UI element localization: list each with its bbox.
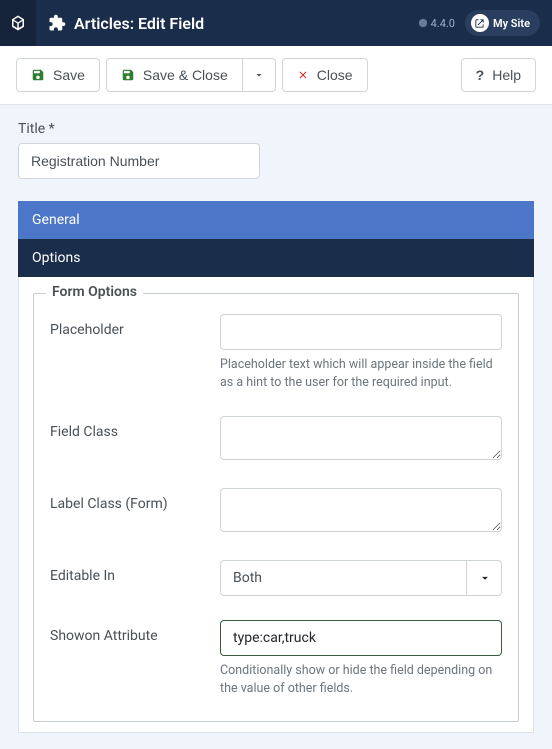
form-options-fieldset: Form Options Placeholder Placeholder tex… bbox=[33, 293, 519, 722]
chevron-down-icon bbox=[253, 69, 265, 81]
editable-in-select[interactable]: Both bbox=[220, 560, 502, 596]
puzzle-icon bbox=[48, 14, 66, 32]
field-class-label: Field Class bbox=[50, 416, 220, 440]
showon-help: Conditionally show or hide the field dep… bbox=[220, 662, 502, 698]
toolbar: Save Save & Close Close ? Help bbox=[0, 46, 552, 105]
help-button[interactable]: ? Help bbox=[461, 58, 536, 92]
save-dropdown-toggle[interactable] bbox=[243, 58, 276, 92]
label-class-textarea[interactable] bbox=[220, 488, 502, 532]
help-icon: ? bbox=[476, 67, 485, 83]
editable-in-label: Editable In bbox=[50, 560, 220, 584]
external-link-icon bbox=[474, 18, 485, 29]
my-site-button[interactable]: My Site bbox=[465, 10, 540, 36]
page-title: Articles: Edit Field bbox=[74, 14, 204, 33]
title-input[interactable] bbox=[18, 143, 260, 179]
showon-input[interactable] bbox=[220, 620, 502, 656]
close-button[interactable]: Close bbox=[282, 58, 368, 92]
label-class-label: Label Class (Form) bbox=[50, 488, 220, 512]
placeholder-input[interactable] bbox=[220, 314, 502, 350]
version-badge: 4.4.0 bbox=[418, 17, 455, 30]
content-area: Title * General Options Form Options Pla… bbox=[0, 105, 552, 749]
fieldset-legend: Form Options bbox=[46, 284, 143, 300]
options-panel: Form Options Placeholder Placeholder tex… bbox=[18, 277, 534, 733]
joomla-logo[interactable] bbox=[0, 0, 36, 46]
page-title-wrap: Articles: Edit Field bbox=[36, 14, 418, 33]
placeholder-label: Placeholder bbox=[50, 314, 220, 338]
tab-general[interactable]: General bbox=[18, 201, 534, 239]
save-close-group: Save & Close bbox=[106, 58, 276, 92]
title-label: Title * bbox=[18, 121, 534, 137]
close-icon bbox=[297, 69, 309, 81]
save-close-button[interactable]: Save & Close bbox=[106, 58, 243, 92]
placeholder-help: Placeholder text which will appear insid… bbox=[220, 356, 502, 392]
top-bar: Articles: Edit Field 4.4.0 My Site bbox=[0, 0, 552, 46]
showon-label: Showon Attribute bbox=[50, 620, 220, 644]
field-class-textarea[interactable] bbox=[220, 416, 502, 460]
save-button[interactable]: Save bbox=[16, 58, 100, 92]
tab-options[interactable]: Options bbox=[18, 239, 534, 277]
save-icon bbox=[121, 68, 135, 82]
tabs: General Options Form Options Placeholder… bbox=[18, 201, 534, 733]
save-icon bbox=[31, 68, 45, 82]
